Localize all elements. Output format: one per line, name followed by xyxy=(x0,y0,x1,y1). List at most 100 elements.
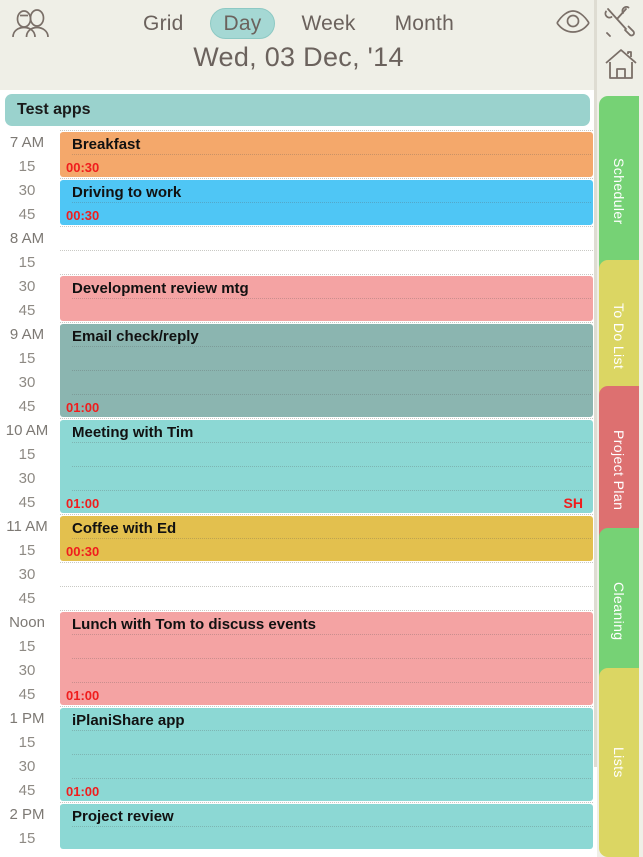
time-label: 15 xyxy=(18,541,36,559)
event-inner-grid-line xyxy=(72,730,591,731)
tools-icon[interactable] xyxy=(602,4,640,40)
side-tab-label: Scheduler xyxy=(611,157,627,225)
time-label: 10 AM xyxy=(5,421,49,439)
group-bar[interactable]: Test apps xyxy=(5,94,590,126)
event-inner-grid-line xyxy=(72,682,591,683)
right-toolbar xyxy=(597,0,643,90)
event-inner-grid-line xyxy=(72,658,591,659)
page-title: Wed, 03 Dec, '14 xyxy=(193,42,404,72)
event-notch xyxy=(60,420,61,431)
side-tab-scheduler[interactable]: Scheduler xyxy=(599,96,639,286)
event-duration: 00:30 xyxy=(66,544,100,559)
calendar-event[interactable]: Lunch with Tom to discuss events 01:00 xyxy=(60,612,593,705)
time-label: 45 xyxy=(18,685,36,703)
home-icon[interactable] xyxy=(602,46,640,82)
time-slot[interactable]: 30 xyxy=(0,562,597,586)
calendar-event[interactable]: Email check/reply 01:00 xyxy=(60,324,593,417)
event-inner-grid-line xyxy=(72,754,591,755)
event-title: Project review xyxy=(72,808,174,825)
event-notch xyxy=(60,324,61,335)
time-label: 2 PM xyxy=(9,805,45,823)
event-title: Email check/reply xyxy=(72,328,199,345)
calendar-right-divider xyxy=(594,0,597,767)
grid-line xyxy=(60,706,593,707)
grid-line xyxy=(60,226,593,227)
view-tabs: Grid Day Week Month xyxy=(0,6,597,40)
event-duration: 01:00 xyxy=(66,784,100,799)
view-tab-month[interactable]: Month xyxy=(382,9,467,38)
event-title: iPlaniShare app xyxy=(72,712,185,729)
time-slot[interactable]: 15 xyxy=(0,250,597,274)
event-notch xyxy=(60,180,61,191)
calendar-event[interactable]: Project review xyxy=(60,804,593,849)
event-inner-grid-line xyxy=(72,466,591,467)
time-label: 30 xyxy=(18,181,36,199)
event-inner-grid-line xyxy=(72,634,591,635)
time-label: Noon xyxy=(9,613,45,631)
time-label: 30 xyxy=(18,469,36,487)
event-inner-grid-line xyxy=(72,490,591,491)
calendar-event[interactable]: Meeting with Tim 01:00 SH xyxy=(60,420,593,513)
event-tag: SH xyxy=(563,495,583,511)
time-label: 1 PM xyxy=(9,709,45,727)
event-inner-grid-line xyxy=(72,370,591,371)
event-duration: 01:00 xyxy=(66,400,100,415)
grid-line xyxy=(60,250,593,251)
time-label: 45 xyxy=(18,205,36,223)
grid-line xyxy=(60,178,593,179)
event-notch xyxy=(60,804,61,815)
event-title: Lunch with Tom to discuss events xyxy=(72,616,316,633)
grid-line xyxy=(60,322,593,323)
grid-line xyxy=(60,562,593,563)
grid-line xyxy=(60,610,593,611)
side-tab-label: To Do List xyxy=(611,302,627,370)
event-title: Coffee with Ed xyxy=(72,520,177,537)
time-slot[interactable]: 8 AM xyxy=(0,226,597,250)
time-label: 8 AM xyxy=(9,229,45,247)
calendar-event[interactable]: Coffee with Ed 00:30 xyxy=(60,516,593,561)
day-calendar[interactable]: Test apps 7 AM 15 30 45 8 AM 15 30 45 9 AM 15 30 45… xyxy=(0,90,597,857)
time-label: 15 xyxy=(18,445,36,463)
time-label: 45 xyxy=(18,397,36,415)
time-label: 7 AM xyxy=(9,133,45,151)
app-header: Grid Day Week Month Wed, 03 Dec, '14 xyxy=(0,0,597,90)
grid-line xyxy=(60,586,593,587)
event-inner-grid-line xyxy=(72,442,591,443)
calendar-event[interactable]: Driving to work 00:30 xyxy=(60,180,593,225)
eye-icon[interactable] xyxy=(554,6,592,36)
event-inner-grid-line xyxy=(72,202,591,203)
time-label: 45 xyxy=(18,493,36,511)
side-tabs: Scheduler To Do List Project Plan Cleani… xyxy=(599,96,643,857)
event-duration: 01:00 xyxy=(66,496,100,511)
view-tab-grid[interactable]: Grid xyxy=(130,9,196,38)
grid-line xyxy=(60,514,593,515)
view-tab-week[interactable]: Week xyxy=(288,9,368,38)
side-tab-lists[interactable]: Lists xyxy=(599,668,639,857)
time-label: 30 xyxy=(18,757,36,775)
calendar-event[interactable]: iPlaniShare app 01:00 xyxy=(60,708,593,801)
event-title: Breakfast xyxy=(72,136,141,153)
calendar-event[interactable]: Development review mtg xyxy=(60,276,593,321)
event-inner-grid-line xyxy=(72,394,591,395)
time-label: 30 xyxy=(18,565,36,583)
calendar-event[interactable]: Breakfast 00:30 xyxy=(60,132,593,177)
time-label: 15 xyxy=(18,637,36,655)
time-slot[interactable]: 45 xyxy=(0,586,597,610)
event-notch xyxy=(60,276,61,287)
view-tab-day[interactable]: Day xyxy=(209,7,276,39)
time-label: 15 xyxy=(18,253,36,271)
event-inner-grid-line xyxy=(72,538,591,539)
event-duration: 00:30 xyxy=(66,208,100,223)
side-tab-label: Project Plan xyxy=(611,429,627,511)
event-inner-grid-line xyxy=(72,346,591,347)
event-notch xyxy=(60,612,61,623)
event-notch xyxy=(60,708,61,719)
time-label: 30 xyxy=(18,277,36,295)
time-label: 45 xyxy=(18,301,36,319)
event-inner-grid-line xyxy=(72,826,591,827)
time-label: 9 AM xyxy=(9,325,45,343)
side-tab-label: Lists xyxy=(611,747,627,778)
event-duration: 00:30 xyxy=(66,160,100,175)
event-inner-grid-line xyxy=(72,778,591,779)
time-label: 15 xyxy=(18,733,36,751)
